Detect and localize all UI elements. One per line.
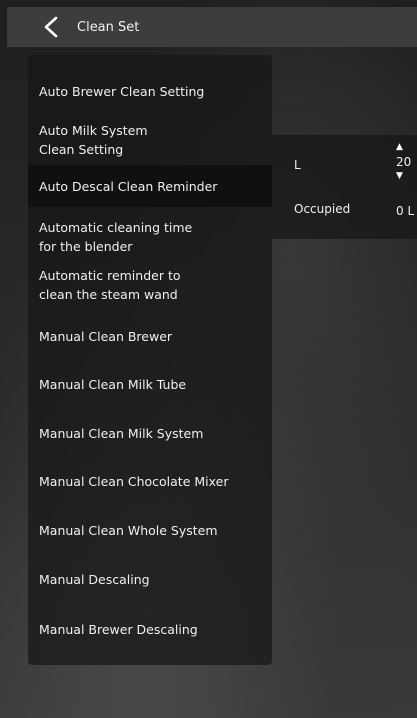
triangle-down-icon[interactable]: ▼ [396, 171, 403, 181]
menu-item-label: Manual Descaling [39, 571, 150, 587]
capacity-label: L [294, 158, 301, 172]
menu-item-manual-clean-milk-system[interactable]: Manual Clean Milk System [28, 417, 272, 449]
menu-item-label-line1: Automatic cleaning time [39, 220, 193, 235]
menu-item-label: Manual Clean Milk System [39, 425, 204, 441]
menu-item-manual-clean-chocolate-mixer[interactable]: Manual Clean Chocolate Mixer [28, 465, 272, 497]
menu-item-auto-descal-clean-reminder[interactable]: Auto Descal Clean Reminder [28, 165, 272, 207]
menu-item-label-line2: for the blender [39, 239, 133, 254]
occupied-value: 0 L [396, 204, 415, 218]
menu-item-manual-clean-brewer[interactable]: Manual Clean Brewer [28, 320, 272, 352]
menu-item-label-line2: clean the steam wand [39, 287, 178, 302]
triangle-up-icon[interactable]: ▲ [396, 142, 403, 152]
menu-item-label: Manual Clean Chocolate Mixer [39, 473, 229, 489]
menu-item-manual-clean-milk-tube[interactable]: Manual Clean Milk Tube [28, 368, 272, 400]
clean-menu: Auto Brewer Clean Setting Auto Milk Syst… [28, 55, 272, 665]
menu-item-label: Manual Clean Brewer [39, 328, 173, 344]
capacity-row: L ▲ 20 ▼ [272, 140, 417, 181]
menu-item-label-line1: Automatic reminder to [39, 268, 181, 283]
menu-item-label: Auto Brewer Clean Setting [39, 83, 205, 99]
capacity-value[interactable]: 20 [396, 155, 411, 169]
menu-item-manual-brewer-descaling[interactable]: Manual Brewer Descaling [28, 613, 272, 645]
occupied-row: Occupied 0 L [272, 197, 417, 237]
descale-settings-panel: L ▲ 20 ▼ Occupied 0 L [272, 135, 417, 239]
header-bar: Clean Set [7, 7, 417, 47]
menu-item-steam-wand-reminder[interactable]: Automatic reminder to clean the steam wa… [28, 263, 272, 307]
chevron-left-icon [44, 16, 58, 38]
occupied-label: Occupied [294, 202, 351, 216]
menu-item-label: Manual Clean Milk Tube [39, 376, 187, 392]
menu-item-label: Manual Brewer Descaling [39, 621, 198, 637]
menu-item-label-line1: Auto Milk System [39, 123, 148, 138]
menu-item-auto-milk-system-clean-setting[interactable]: Auto Milk System Clean Setting [28, 118, 272, 162]
menu-item-label: Manual Clean Whole System [39, 522, 218, 538]
page-title: Clean Set [77, 19, 140, 35]
menu-item-label-line2: Clean Setting [39, 142, 124, 157]
menu-item-label: Auto Descal Clean Reminder [39, 178, 218, 194]
menu-item-manual-clean-whole-system[interactable]: Manual Clean Whole System [28, 514, 272, 546]
menu-item-auto-brewer-clean-setting[interactable]: Auto Brewer Clean Setting [28, 75, 272, 107]
menu-item-manual-descaling[interactable]: Manual Descaling [28, 563, 272, 595]
app-screen: Clean Set Auto Brewer Clean Setting Auto… [0, 0, 417, 718]
menu-item-blender-cleaning-time[interactable]: Automatic cleaning time for the blender [28, 215, 272, 259]
